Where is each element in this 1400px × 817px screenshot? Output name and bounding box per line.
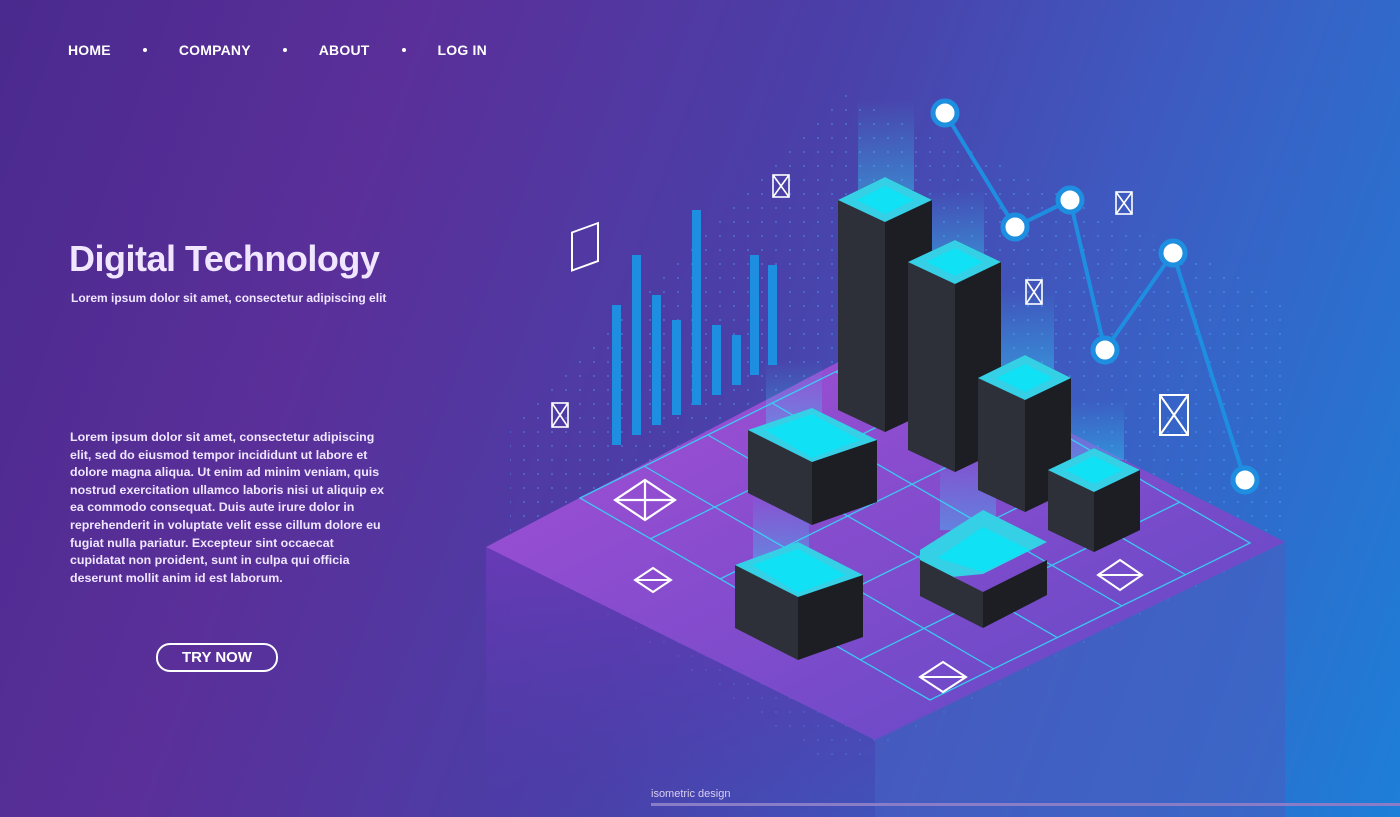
- try-now-button[interactable]: TRY NOW: [156, 643, 278, 672]
- nav-home[interactable]: HOME: [68, 42, 111, 58]
- hero-subtitle: Lorem ipsum dolor sit amet, consectetur …: [71, 291, 387, 305]
- node-icon: [930, 98, 960, 128]
- nav-separator: [142, 48, 147, 52]
- nav-login[interactable]: LOG IN: [438, 42, 487, 58]
- hero-title: Digital Technology: [69, 238, 380, 279]
- nav-separator: [401, 48, 406, 52]
- node-icon: [1055, 185, 1085, 215]
- top-nav: HOME COMPANY ABOUT LOG IN: [68, 42, 487, 58]
- node-icon: [1158, 238, 1188, 268]
- node-icon: [1090, 335, 1120, 365]
- hero-body: Lorem ipsum dolor sit amet, consectetur …: [70, 430, 384, 585]
- node-icon: [1230, 465, 1260, 495]
- node-icon: [1000, 212, 1030, 242]
- nav-about[interactable]: ABOUT: [319, 42, 370, 58]
- envelope-icon: [1115, 191, 1133, 215]
- envelope-icon: [571, 221, 599, 272]
- illustration-caption: isometric design: [651, 788, 731, 800]
- nav-company[interactable]: COMPANY: [179, 42, 251, 58]
- nav-separator: [282, 48, 287, 52]
- server-tower: [1048, 448, 1140, 552]
- isometric-illustration: [486, 90, 1290, 817]
- caption-underline: [651, 803, 1400, 806]
